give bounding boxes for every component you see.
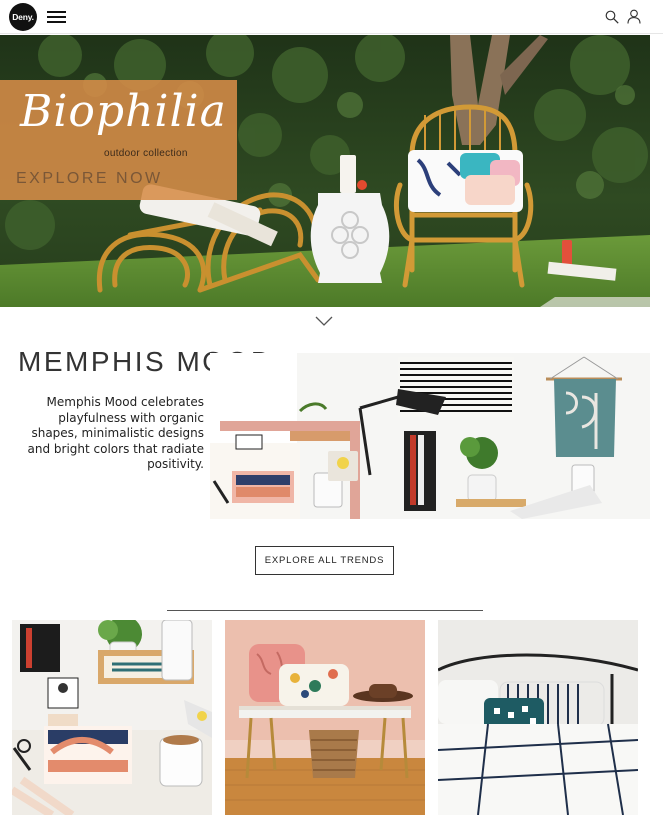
hamburger-menu-icon[interactable] <box>47 11 66 23</box>
user-icon[interactable] <box>627 9 641 24</box>
hero-title: Biophilia <box>20 86 227 137</box>
explore-now-link[interactable]: EXPLORE NOW <box>16 170 163 188</box>
memphis-mood-description: Memphis Mood celebrates playfulness with… <box>27 395 205 472</box>
hero-overlay: Biophilia outdoor collection EXPLORE NOW <box>0 80 237 200</box>
section-divider <box>167 610 483 611</box>
bedroom-photo <box>438 620 638 815</box>
bench-photo <box>225 620 425 815</box>
logo-text: Deny. <box>12 12 34 22</box>
search-icon[interactable] <box>605 10 619 24</box>
hero-banner[interactable]: Biophilia outdoor collection EXPLORE NOW <box>0 35 650 307</box>
explore-all-trends-button[interactable]: EXPLORE ALL TRENDS <box>255 546 394 575</box>
memphis-photo <box>210 353 650 519</box>
trend-tile-bedroom[interactable] <box>438 620 638 815</box>
trend-tile-bench[interactable] <box>225 620 425 815</box>
brand-logo[interactable]: Deny. <box>9 3 37 31</box>
memphis-mood-image[interactable] <box>210 353 650 519</box>
desk-photo <box>12 620 212 815</box>
chevron-down-icon[interactable] <box>315 316 333 326</box>
site-header: Deny. <box>0 0 663 34</box>
trend-tile-desk[interactable] <box>12 620 212 815</box>
hero-subtitle: outdoor collection <box>104 148 188 159</box>
